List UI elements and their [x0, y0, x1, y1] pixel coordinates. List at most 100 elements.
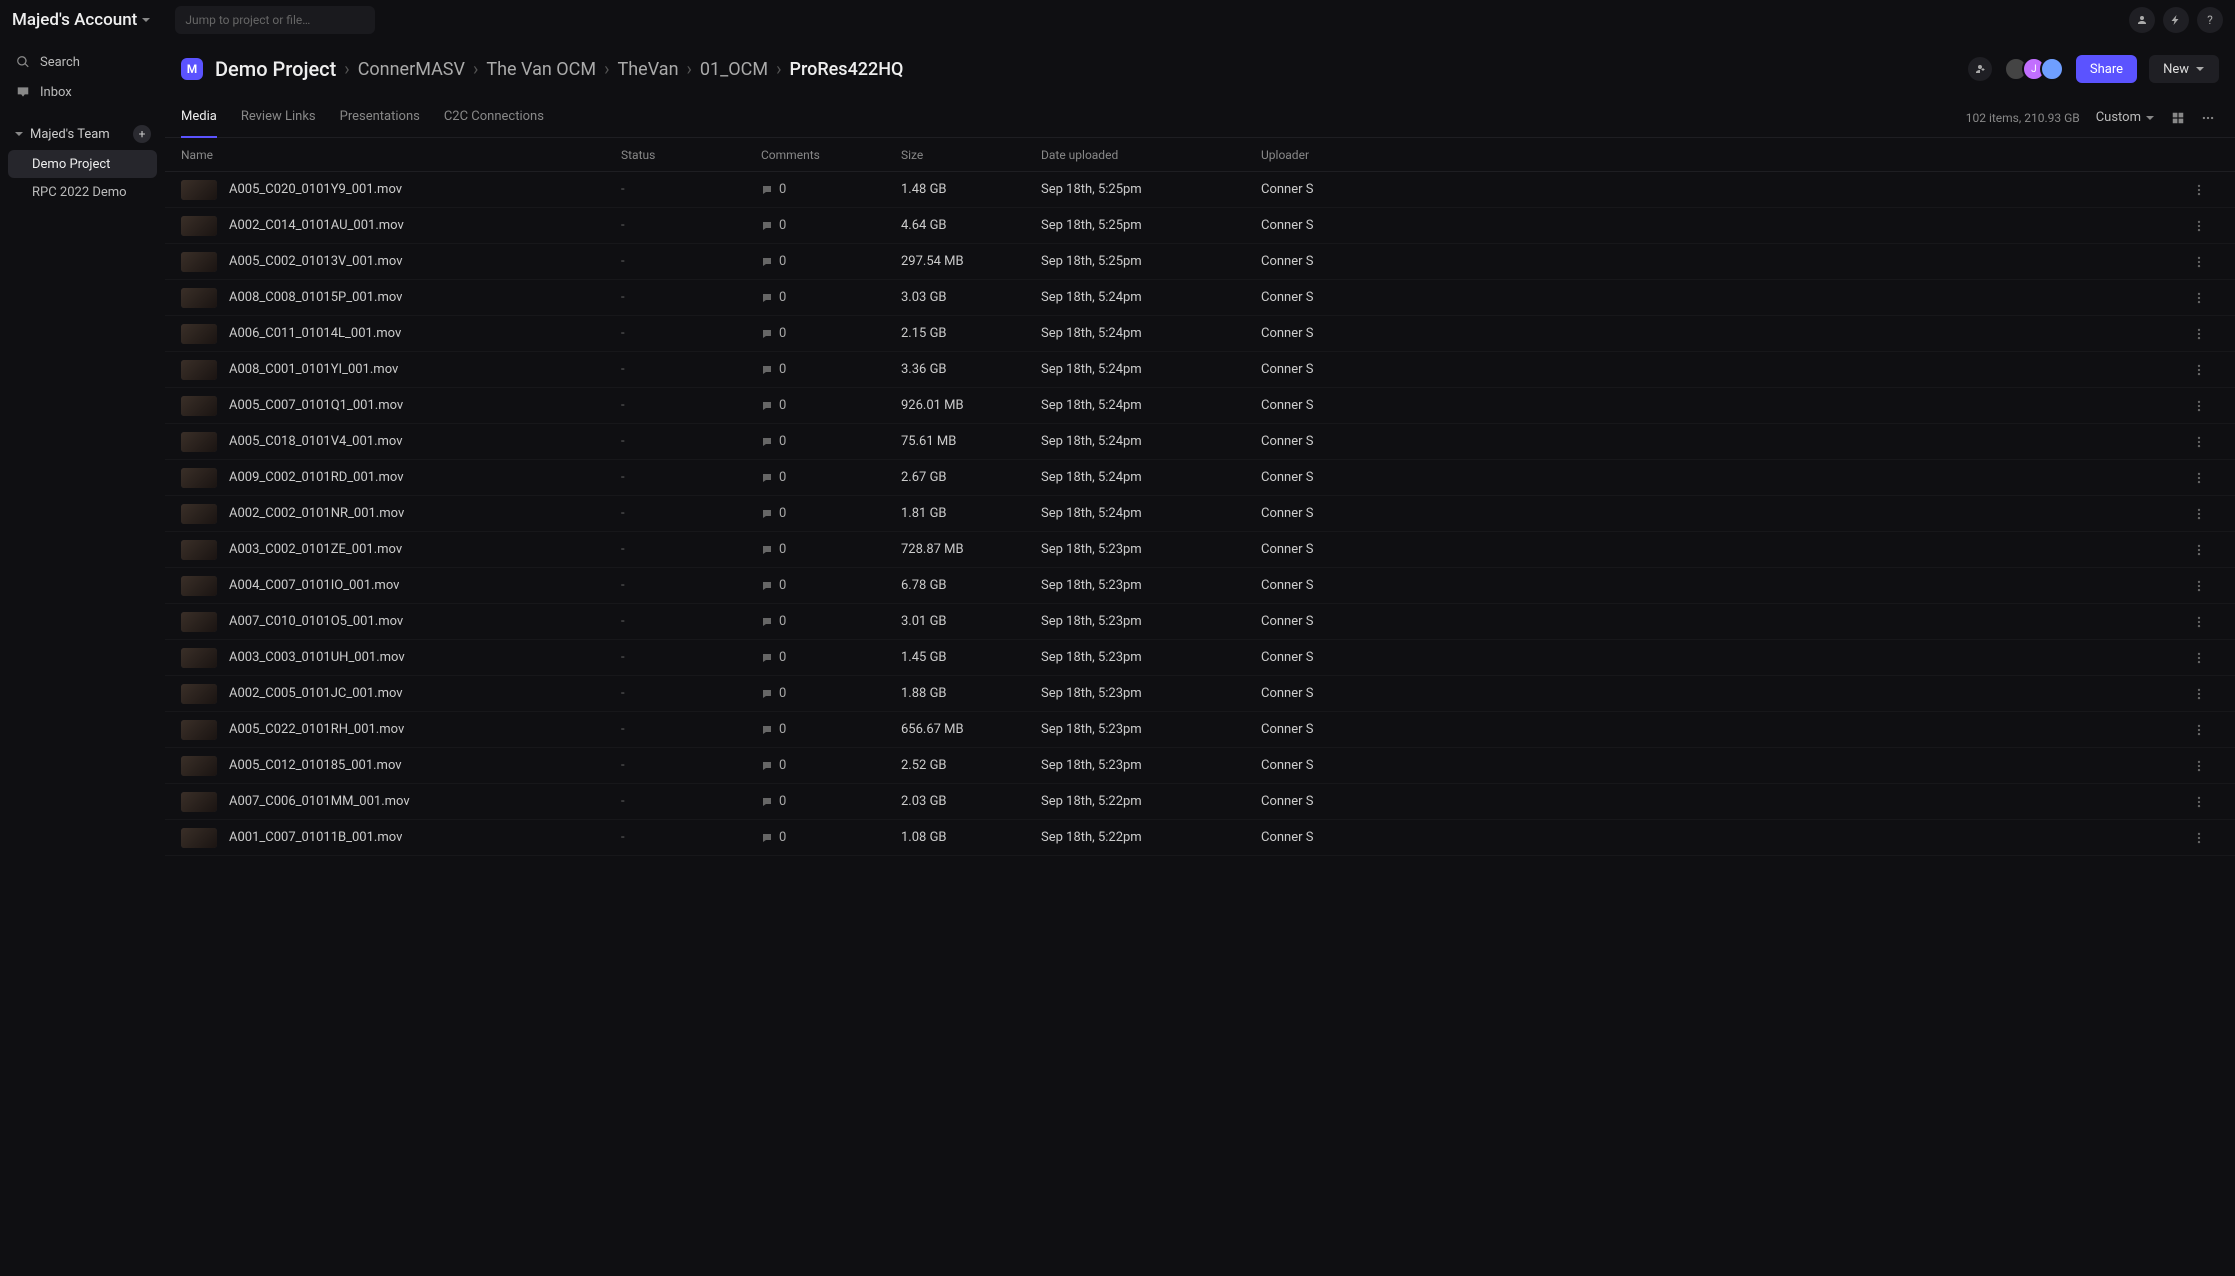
sidebar-project-item[interactable]: Demo Project [8, 150, 157, 178]
row-more-button[interactable] [2179, 579, 2219, 593]
table-row[interactable]: A005_C012_010185_001.mov-02.52 GBSep 18t… [165, 748, 2235, 784]
new-button[interactable]: New [2149, 55, 2219, 83]
inbox-icon [16, 85, 30, 99]
table-row[interactable]: A007_C010_0101O5_001.mov-03.01 GBSep 18t… [165, 604, 2235, 640]
comments-cell[interactable]: 0 [761, 722, 901, 737]
comments-cell[interactable]: 0 [761, 290, 901, 305]
add-collaborator-button[interactable] [1968, 57, 1992, 81]
row-more-button[interactable] [2179, 687, 2219, 701]
comments-cell[interactable]: 0 [761, 578, 901, 593]
user-menu-button[interactable] [2129, 7, 2155, 33]
name-cell: A005_C007_0101Q1_001.mov [181, 396, 621, 416]
name-cell: A003_C003_0101UH_001.mov [181, 648, 621, 668]
row-more-button[interactable] [2179, 759, 2219, 773]
table-row[interactable]: A008_C001_0101YI_001.mov-03.36 GBSep 18t… [165, 352, 2235, 388]
add-project-button[interactable]: + [133, 125, 151, 143]
uploader-cell: Conner S [1261, 290, 2179, 305]
row-more-button[interactable] [2179, 543, 2219, 557]
comments-cell[interactable]: 0 [761, 650, 901, 665]
tab-c2c-connections[interactable]: C2C Connections [444, 98, 544, 138]
breadcrumb-item[interactable]: ProRes422HQ [790, 59, 904, 80]
sort-dropdown[interactable]: Custom [2096, 110, 2155, 125]
row-more-button[interactable] [2179, 723, 2219, 737]
sidebar-search[interactable]: Search [8, 48, 157, 76]
table-row[interactable]: A003_C003_0101UH_001.mov-01.45 GBSep 18t… [165, 640, 2235, 676]
breadcrumb-item[interactable]: 01_OCM [700, 59, 768, 80]
row-more-button[interactable] [2179, 291, 2219, 305]
table-row[interactable]: A005_C020_0101Y9_001.mov-01.48 GBSep 18t… [165, 172, 2235, 208]
tab-presentations[interactable]: Presentations [340, 98, 420, 138]
row-more-button[interactable] [2179, 363, 2219, 377]
row-more-button[interactable] [2179, 795, 2219, 809]
name-cell: A002_C005_0101JC_001.mov [181, 684, 621, 704]
tab-media[interactable]: Media [181, 98, 217, 138]
comment-icon [761, 472, 773, 484]
comments-cell[interactable]: 0 [761, 254, 901, 269]
breadcrumb-item[interactable]: ConnerMASV [358, 59, 465, 80]
table-row[interactable]: A008_C008_01015P_001.mov-03.03 GBSep 18t… [165, 280, 2235, 316]
table-row[interactable]: A002_C014_0101AU_001.mov-04.64 GBSep 18t… [165, 208, 2235, 244]
comments-cell[interactable]: 0 [761, 614, 901, 629]
table-row[interactable]: A009_C002_0101RD_001.mov-02.67 GBSep 18t… [165, 460, 2235, 496]
tab-review-links[interactable]: Review Links [241, 98, 316, 138]
sidebar-inbox[interactable]: Inbox [8, 78, 157, 106]
comments-cell[interactable]: 0 [761, 542, 901, 557]
comments-cell[interactable]: 0 [761, 758, 901, 773]
table-row[interactable]: A007_C006_0101MM_001.mov-02.03 GBSep 18t… [165, 784, 2235, 820]
comments-cell[interactable]: 0 [761, 362, 901, 377]
comments-cell[interactable]: 0 [761, 398, 901, 413]
chevron-right-icon: › [344, 59, 349, 80]
collaborator-avatars[interactable]: J [2010, 57, 2064, 81]
team-header[interactable]: Majed's Team + [8, 120, 157, 148]
comments-cell[interactable]: 0 [761, 830, 901, 845]
help-button[interactable]: ? [2197, 7, 2223, 33]
row-more-button[interactable] [2179, 435, 2219, 449]
col-comments[interactable]: Comments [761, 148, 901, 162]
row-more-button[interactable] [2179, 399, 2219, 413]
sidebar-project-item[interactable]: RPC 2022 Demo [8, 178, 157, 206]
breadcrumb-item[interactable]: Demo Project [215, 57, 336, 81]
col-uploader[interactable]: Uploader [1261, 148, 2179, 162]
view-grid-toggle[interactable] [2167, 107, 2189, 129]
row-more-button[interactable] [2179, 615, 2219, 629]
comments-cell[interactable]: 0 [761, 182, 901, 197]
comments-cell[interactable]: 0 [761, 506, 901, 521]
col-size[interactable]: Size [901, 148, 1041, 162]
table-row[interactable]: A005_C007_0101Q1_001.mov-0926.01 MBSep 1… [165, 388, 2235, 424]
row-more-button[interactable] [2179, 471, 2219, 485]
comments-cell[interactable]: 0 [761, 218, 901, 233]
row-more-button[interactable] [2179, 651, 2219, 665]
table-row[interactable]: A005_C018_0101V4_001.mov-075.61 MBSep 18… [165, 424, 2235, 460]
comments-cell[interactable]: 0 [761, 794, 901, 809]
table-row[interactable]: A001_C007_01011B_001.mov-01.08 GBSep 18t… [165, 820, 2235, 856]
table-row[interactable]: A004_C007_0101IO_001.mov-06.78 GBSep 18t… [165, 568, 2235, 604]
file-name: A006_C011_01014L_001.mov [229, 326, 401, 341]
row-more-button[interactable] [2179, 255, 2219, 269]
row-more-button[interactable] [2179, 219, 2219, 233]
row-more-button[interactable] [2179, 183, 2219, 197]
comments-cell[interactable]: 0 [761, 470, 901, 485]
view-options-button[interactable] [2197, 107, 2219, 129]
notifications-button[interactable] [2163, 7, 2189, 33]
table-row[interactable]: A002_C005_0101JC_001.mov-01.88 GBSep 18t… [165, 676, 2235, 712]
comments-cell[interactable]: 0 [761, 434, 901, 449]
jump-search[interactable]: Jump to project or file… [175, 6, 375, 34]
comments-cell[interactable]: 0 [761, 326, 901, 341]
col-date[interactable]: Date uploaded [1041, 148, 1261, 162]
share-button[interactable]: Share [2076, 55, 2137, 83]
breadcrumb-item[interactable]: The Van OCM [486, 59, 596, 80]
row-more-button[interactable] [2179, 507, 2219, 521]
breadcrumb-item[interactable]: TheVan [618, 59, 679, 80]
table-row[interactable]: A002_C002_0101NR_001.mov-01.81 GBSep 18t… [165, 496, 2235, 532]
comment-count: 0 [779, 470, 786, 485]
table-row[interactable]: A005_C002_01013V_001.mov-0297.54 MBSep 1… [165, 244, 2235, 280]
row-more-button[interactable] [2179, 327, 2219, 341]
comments-cell[interactable]: 0 [761, 686, 901, 701]
col-name[interactable]: Name [181, 148, 621, 162]
row-more-button[interactable] [2179, 831, 2219, 845]
col-status[interactable]: Status [621, 148, 761, 162]
table-row[interactable]: A005_C022_0101RH_001.mov-0656.67 MBSep 1… [165, 712, 2235, 748]
account-switcher[interactable]: Majed's Account [12, 10, 151, 30]
table-row[interactable]: A006_C011_01014L_001.mov-02.15 GBSep 18t… [165, 316, 2235, 352]
table-row[interactable]: A003_C002_0101ZE_001.mov-0728.87 MBSep 1… [165, 532, 2235, 568]
